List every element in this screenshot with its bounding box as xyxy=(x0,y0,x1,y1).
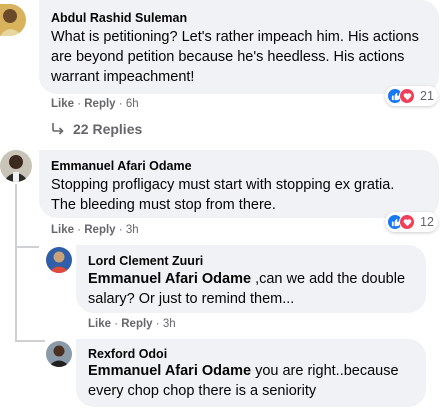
avatar[interactable] xyxy=(0,4,26,36)
reply-text: ,can we add the double xyxy=(251,271,406,287)
thread-connector xyxy=(15,184,17,342)
separator: · xyxy=(118,98,126,110)
comment-actions: Like · Reply · 3h xyxy=(51,224,139,236)
avatar[interactable] xyxy=(0,150,32,182)
avatar[interactable] xyxy=(46,247,72,273)
reaction-summary[interactable]: 12 xyxy=(385,212,438,232)
separator: · xyxy=(118,224,126,236)
reply-author[interactable]: Lord Clement Zuuri xyxy=(88,254,203,268)
comment-text-line: Stopping profligacy must start with stop… xyxy=(51,177,395,193)
comment-actions: Like · Reply · 6h xyxy=(51,98,139,110)
reply-button[interactable]: Reply xyxy=(84,224,115,236)
reply-text: you are right..because xyxy=(251,363,399,379)
reply-timestamp[interactable]: 3h xyxy=(163,318,176,330)
reply-text-line: Emmanuel Afari Odame ,can we add the dou… xyxy=(88,270,405,290)
avatar-photo xyxy=(0,4,26,36)
comment-text-line: What is petitioning? Let's rather impeac… xyxy=(51,29,419,45)
thread-connector xyxy=(15,246,39,248)
avatar-photo xyxy=(0,150,32,182)
view-replies-button[interactable]: 22 Replies xyxy=(51,121,142,137)
reply-arrow-icon xyxy=(51,122,65,136)
reply-text-line: salary? Or just to remind them... xyxy=(88,291,295,307)
reply-author[interactable]: Rexford Odoi xyxy=(88,347,167,361)
reaction-count: 12 xyxy=(420,215,434,229)
avatar-photo xyxy=(46,247,72,273)
love-reaction-icon xyxy=(399,88,415,104)
comment-timestamp[interactable]: 3h xyxy=(126,224,139,236)
comment-author[interactable]: Emmanuel Afari Odame xyxy=(51,159,192,173)
comment-text-line: warrant impeachment! xyxy=(51,69,195,85)
like-button[interactable]: Like xyxy=(51,98,74,110)
comment-timestamp[interactable]: 6h xyxy=(126,98,139,110)
mention-link[interactable]: Emmanuel Afari Odame xyxy=(88,363,251,379)
comment-text-line: The bleeding must stop from there. xyxy=(51,197,276,213)
reply-actions: Like · Reply · 3h xyxy=(88,318,176,330)
reply-text-line: Emmanuel Afari Odame you are right..beca… xyxy=(88,362,399,382)
love-reaction-icon xyxy=(399,214,415,230)
reply-text-line: every chop chop there is a seniority xyxy=(88,383,317,399)
reply-button[interactable]: Reply xyxy=(121,318,152,330)
avatar[interactable] xyxy=(46,341,72,367)
mention-link[interactable]: Emmanuel Afari Odame xyxy=(88,271,251,287)
like-button[interactable]: Like xyxy=(88,318,111,330)
reply-button[interactable]: Reply xyxy=(84,98,115,110)
reaction-count: 21 xyxy=(420,89,434,103)
avatar-photo xyxy=(46,341,72,367)
comment-author[interactable]: Abdul Rashid Suleman xyxy=(51,11,187,25)
reaction-summary[interactable]: 21 xyxy=(385,86,438,106)
thread-connector xyxy=(15,340,45,342)
like-button[interactable]: Like xyxy=(51,224,74,236)
separator: · xyxy=(155,318,163,330)
replies-count-label: 22 Replies xyxy=(73,121,143,137)
comment-text-line: are beyond petition because he's heedles… xyxy=(51,49,405,65)
